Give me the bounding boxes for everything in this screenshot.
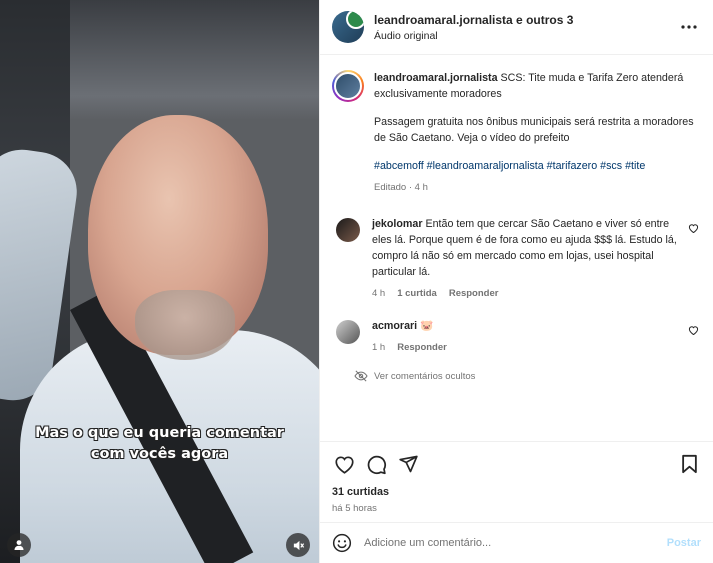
- video-subtitle: Mas o que eu queria comentar com vocês a…: [0, 423, 319, 465]
- paper-plane-icon: [398, 455, 418, 473]
- post-comment-button[interactable]: Postar: [667, 537, 701, 549]
- bookmark-icon: [681, 454, 697, 474]
- comment-text: 🐷: [420, 320, 434, 332]
- comment-time: 1 h: [372, 342, 386, 353]
- tagged-users-button[interactable]: [7, 533, 31, 557]
- post-header: leandroamaral.jornalista e outros 3 Áudi…: [320, 0, 713, 55]
- add-comment-bar: Postar: [320, 522, 713, 563]
- save-button[interactable]: [677, 452, 701, 476]
- comment-bubble-icon: [367, 455, 386, 474]
- commenter-username[interactable]: jekolomar: [372, 218, 423, 230]
- emoji-icon[interactable]: [332, 533, 352, 553]
- reel-viewer: Mas o que eu queria comentar com vocês a…: [0, 0, 713, 563]
- edited-label: Editado · 4 h: [374, 182, 428, 193]
- mute-button[interactable]: [286, 533, 310, 557]
- like-button[interactable]: [332, 452, 356, 476]
- share-button[interactable]: [396, 452, 420, 476]
- commenter-avatar[interactable]: [336, 320, 360, 344]
- caption-avatar[interactable]: [332, 70, 364, 102]
- user-icon: [14, 540, 24, 550]
- header-names: leandroamaral.jornalista e outros 3 Áudi…: [374, 13, 677, 42]
- heart-icon: [334, 456, 354, 474]
- post-caption: leandroamaral.jornalista SCS: Tite muda …: [332, 70, 701, 196]
- more-horizontal-icon: [681, 25, 697, 29]
- reply-button[interactable]: Responder: [449, 286, 499, 302]
- commenter-avatar[interactable]: [336, 218, 360, 242]
- comment-item: jekolomar Então tem que cercar São Caeta…: [332, 216, 701, 302]
- comments-area[interactable]: leandroamaral.jornalista SCS: Tite muda …: [320, 56, 713, 441]
- comment-likes[interactable]: 1 curtida: [397, 286, 437, 302]
- comment-button[interactable]: [364, 452, 388, 476]
- comment-body: jekolomar Então tem que cercar São Caeta…: [372, 216, 685, 302]
- speaker-beard: [135, 290, 235, 360]
- more-options-button[interactable]: [677, 15, 701, 39]
- view-hidden-comments[interactable]: Ver comentários ocultos: [354, 370, 701, 382]
- heart-icon: [688, 326, 698, 335]
- likes-count[interactable]: 31 curtidas: [332, 486, 701, 498]
- caption-text: leandroamaral.jornalista SCS: Tite muda …: [374, 70, 701, 196]
- post-panel: leandroamaral.jornalista e outros 3 Áudi…: [319, 0, 713, 563]
- comment-time: 4 h: [372, 288, 386, 299]
- comment-input[interactable]: [364, 537, 667, 549]
- reply-button[interactable]: Responder: [397, 340, 447, 356]
- post-time: há 5 horas: [332, 503, 377, 514]
- eye-off-icon: [354, 370, 368, 382]
- post-actions: 31 curtidas há 5 horas: [320, 441, 713, 522]
- comment-like-button[interactable]: [685, 220, 701, 236]
- comment-item: acmorari 🐷 1 h Responder: [332, 318, 701, 356]
- comment-body: acmorari 🐷 1 h Responder: [372, 318, 685, 356]
- author-avatar[interactable]: [332, 11, 364, 43]
- video-player[interactable]: Mas o que eu queria comentar com vocês a…: [0, 0, 319, 563]
- subtitle-line-1: Mas o que eu queria comentar: [35, 425, 284, 441]
- header-username[interactable]: leandroamaral.jornalista e outros 3: [374, 13, 677, 27]
- speaker-muted-icon: [293, 540, 304, 550]
- subtitle-line-2: com vocês agora: [90, 446, 229, 462]
- caption-hashtags[interactable]: #abcemoff #leandroamaraljornalista #tari…: [374, 158, 701, 174]
- caption-author[interactable]: leandroamaral.jornalista: [374, 72, 498, 84]
- comment-like-button[interactable]: [685, 322, 701, 338]
- commenter-username[interactable]: acmorari: [372, 320, 417, 332]
- caption-body: Passagem gratuita nos ônibus municipais …: [374, 116, 694, 144]
- audio-label[interactable]: Áudio original: [374, 30, 677, 42]
- view-hidden-label: Ver comentários ocultos: [374, 370, 476, 382]
- heart-icon: [688, 224, 698, 233]
